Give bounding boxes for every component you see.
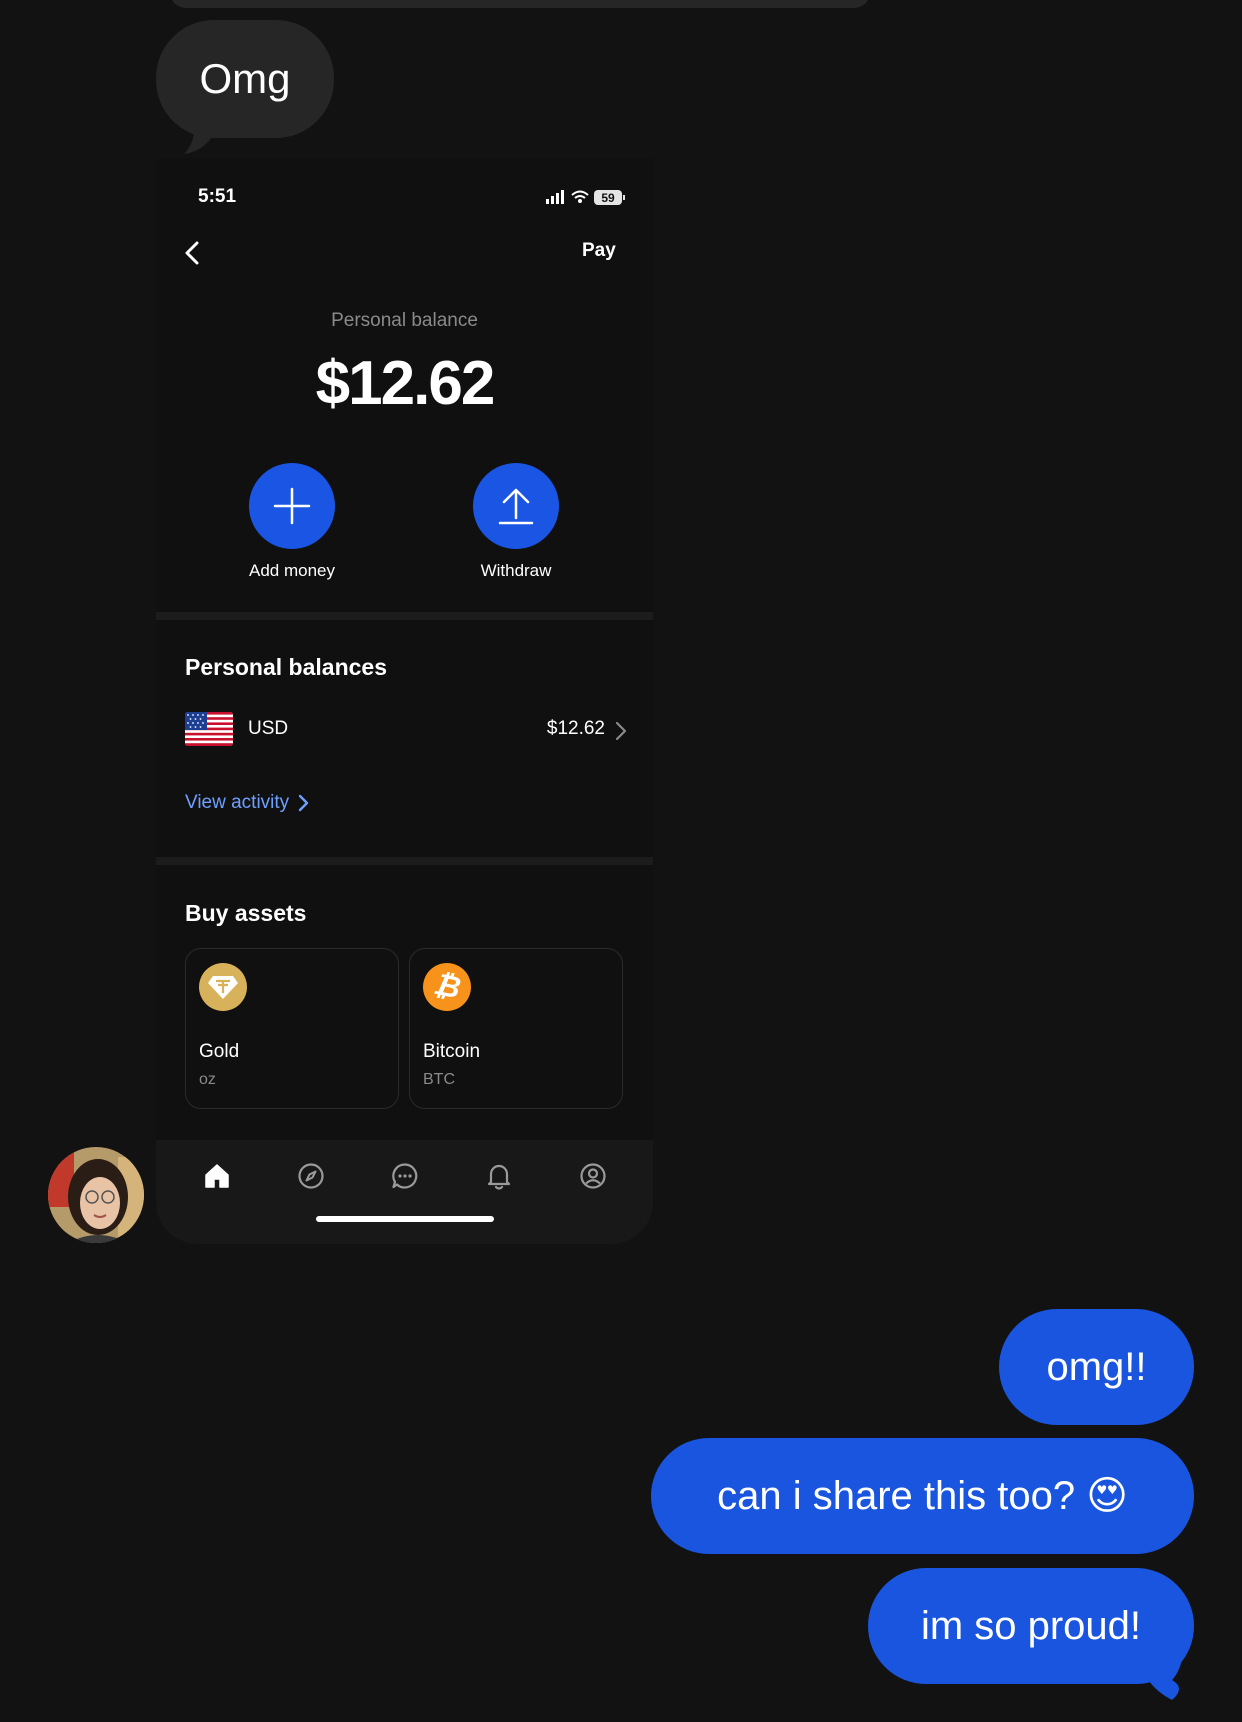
- home-icon: [205, 1164, 229, 1188]
- shared-screenshot[interactable]: 5:51 59 Pay Personal balance $12.62 Add …: [156, 158, 653, 1244]
- tab-profile[interactable]: [571, 1154, 615, 1198]
- tab-home[interactable]: [195, 1154, 239, 1198]
- us-flag-icon: [185, 712, 233, 746]
- battery-level: 59: [601, 191, 615, 205]
- bitcoin-icon: ₿: [423, 963, 471, 1011]
- usd-balance-value: $12.62: [546, 718, 605, 739]
- withdraw-label: Withdraw: [480, 561, 552, 580]
- gold-unit: oz: [199, 1071, 216, 1088]
- outgoing-message-text: im so proud!: [920, 1603, 1142, 1648]
- usd-currency-label: USD: [248, 718, 289, 739]
- section-divider: [156, 857, 653, 865]
- compass-icon: [298, 1163, 324, 1189]
- previous-message-bubble: [170, 0, 870, 8]
- bitcoin-unit: BTC: [423, 1071, 455, 1088]
- bottom-tab-bar: [156, 1140, 653, 1244]
- chevron-right-icon: [298, 794, 309, 812]
- tab-messages[interactable]: [383, 1154, 427, 1198]
- bitcoin-name: Bitcoin: [423, 1041, 481, 1062]
- tab-explore[interactable]: [289, 1154, 333, 1198]
- outgoing-message-text: can i share this too? 😍: [717, 1474, 1128, 1518]
- bitcoin-asset-card[interactable]: ₿ Bitcoin BTC: [409, 948, 623, 1109]
- avatar-photo: [48, 1147, 144, 1243]
- bell-icon: [487, 1164, 511, 1190]
- outgoing-message-bubble[interactable]: can i share this too? 😍: [651, 1438, 1194, 1554]
- add-money-label: Add money: [249, 561, 335, 580]
- view-activity-link[interactable]: View activity: [185, 792, 311, 814]
- buy-assets-title: Buy assets: [185, 900, 307, 926]
- outgoing-bubble-tail: [1142, 1640, 1186, 1700]
- status-time: 5:51: [198, 186, 237, 207]
- tab-notifications[interactable]: [477, 1154, 521, 1198]
- view-activity-label: View activity: [185, 792, 290, 813]
- withdraw-button[interactable]: [473, 463, 559, 549]
- incoming-message-text: Omg: [199, 55, 291, 102]
- gold-name: Gold: [199, 1041, 240, 1062]
- pay-button[interactable]: Pay: [582, 240, 616, 262]
- signal-icon: [546, 190, 564, 204]
- upload-arrow-icon: [498, 488, 534, 525]
- section-divider: [156, 612, 653, 620]
- home-indicator: [316, 1216, 494, 1222]
- gold-icon: [199, 963, 247, 1011]
- add-money-button[interactable]: [249, 463, 335, 549]
- chat-icon: [392, 1163, 418, 1189]
- outgoing-message-text: omg!!: [1046, 1344, 1147, 1389]
- sender-avatar[interactable]: [48, 1147, 144, 1243]
- plus-icon: [273, 487, 311, 525]
- personal-balances-title: Personal balances: [185, 654, 387, 680]
- wifi-icon: [571, 190, 589, 199]
- outgoing-message-bubble[interactable]: omg!!: [999, 1309, 1194, 1425]
- status-icons: 59: [546, 190, 625, 205]
- back-chevron-icon[interactable]: [178, 238, 208, 268]
- chevron-right-icon: [615, 721, 627, 741]
- profile-icon: [580, 1163, 606, 1189]
- balance-amount: $12.62: [315, 349, 496, 418]
- balance-label: Personal balance: [331, 310, 478, 331]
- gold-asset-card[interactable]: Gold oz: [185, 948, 399, 1109]
- usd-balance-row[interactable]: USD $12.62: [185, 712, 627, 752]
